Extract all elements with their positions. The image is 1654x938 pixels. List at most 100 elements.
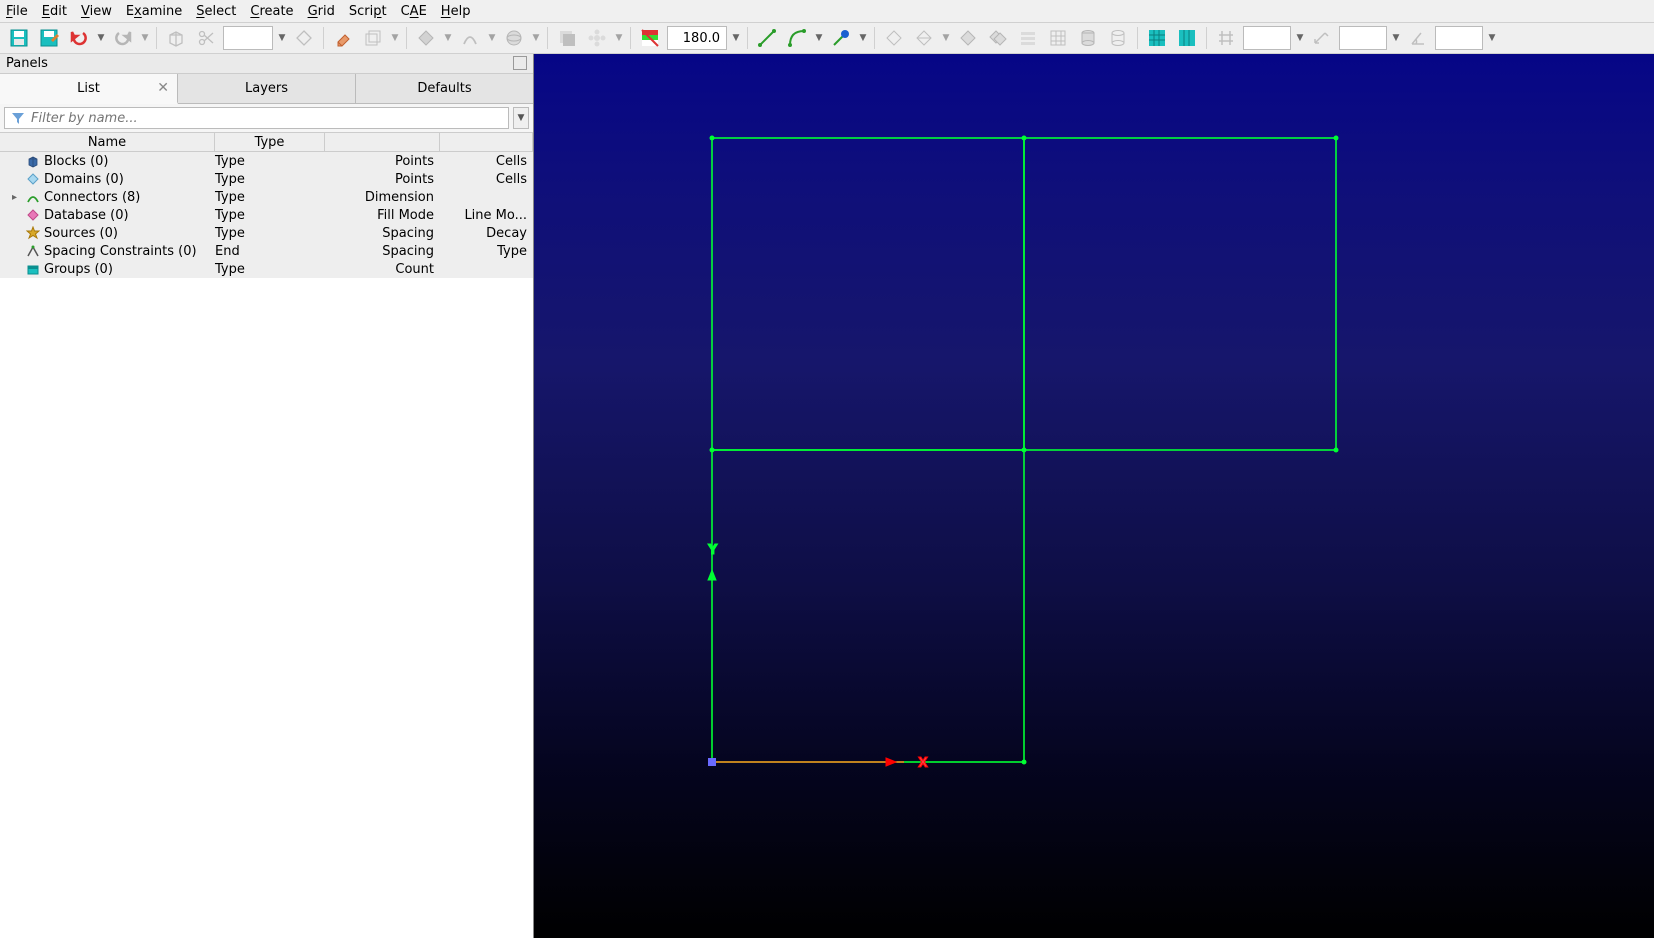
filter-dropdown[interactable]: ▼ — [513, 107, 529, 129]
menu-select[interactable]: Select — [196, 4, 236, 19]
entity-icon — [26, 154, 40, 168]
menu-create[interactable]: Create — [250, 4, 293, 19]
entity-icon — [26, 244, 40, 258]
entity-icon — [26, 172, 40, 186]
cylinder-icon[interactable] — [1075, 25, 1101, 51]
entity-col2: Type — [215, 226, 325, 241]
col-3[interactable] — [325, 133, 440, 151]
angle-meas-icon[interactable] — [1405, 25, 1431, 51]
curve-green-icon[interactable] — [784, 25, 810, 51]
filter-input-wrap — [4, 107, 509, 129]
expander-icon[interactable]: ▸ — [12, 192, 22, 203]
cube-icon[interactable] — [163, 25, 189, 51]
grid-teal-icon[interactable] — [1144, 25, 1170, 51]
diamond-wire1-icon[interactable] — [881, 25, 907, 51]
tab-list-label: List — [77, 81, 100, 96]
rect-shadow-icon[interactable] — [554, 25, 580, 51]
tab-layers-label: Layers — [245, 81, 288, 96]
undo-dropdown[interactable]: ▼ — [96, 25, 106, 51]
menu-script[interactable]: Script — [349, 4, 387, 19]
menu-file[interactable]: File — [6, 4, 28, 19]
curve-dd[interactable]: ▼ — [487, 25, 497, 51]
panels-sidebar: Panels List ✕ Layers Defaults ▼ Name Ty — [0, 54, 534, 938]
selector-combo[interactable] — [223, 26, 273, 50]
menu-cae[interactable]: CAE — [401, 4, 427, 19]
panel-tabs: List ✕ Layers Defaults — [0, 74, 533, 104]
tree-row[interactable]: Domains (0)TypePointsCells — [0, 170, 533, 188]
entity-col3: Spacing — [325, 244, 440, 259]
tree-row[interactable]: Sources (0)TypeSpacingDecay — [0, 224, 533, 242]
cylinder2-icon[interactable] — [1105, 25, 1131, 51]
sphere-icon[interactable] — [501, 25, 527, 51]
scissors-icon[interactable] — [193, 25, 219, 51]
dimension-icon[interactable] — [1309, 25, 1335, 51]
dock-icon[interactable] — [515, 58, 527, 70]
tree-row[interactable]: Groups (0)TypeCount — [0, 260, 533, 278]
filter-input[interactable] — [31, 111, 502, 126]
grid-mesh-icon[interactable] — [1045, 25, 1071, 51]
dim-combo[interactable] — [1339, 26, 1387, 50]
box-wire-icon[interactable] — [360, 25, 386, 51]
diamond-wire2-icon[interactable] — [911, 25, 937, 51]
viewport-3d[interactable]: Y X — [534, 54, 1654, 938]
eraser-icon[interactable] — [330, 25, 356, 51]
entity-name: Domains (0) — [44, 172, 124, 187]
diamond-dd[interactable]: ▼ — [443, 25, 453, 51]
redo-icon[interactable] — [110, 25, 136, 51]
flower-icon[interactable] — [584, 25, 610, 51]
menu-examine[interactable]: Examine — [126, 4, 182, 19]
tree-row[interactable]: Database (0)TypeFill ModeLine Mo... — [0, 206, 533, 224]
dim-combo-dd[interactable]: ▼ — [1391, 25, 1401, 51]
entity-col4: Line Mo... — [440, 208, 533, 223]
tree-row[interactable]: Blocks (0)TypePointsCells — [0, 152, 533, 170]
flower-dd[interactable]: ▼ — [614, 25, 624, 51]
entity-icon — [26, 226, 40, 240]
grid-teal2-icon[interactable] — [1174, 25, 1200, 51]
menu-edit[interactable]: Edit — [42, 4, 67, 19]
redo-dropdown[interactable]: ▼ — [140, 25, 150, 51]
undo-icon[interactable] — [66, 25, 92, 51]
save-icon[interactable] — [6, 25, 32, 51]
node-blue-dd[interactable]: ▼ — [858, 25, 868, 51]
tree-body: Blocks (0)TypePointsCellsDomains (0)Type… — [0, 152, 533, 938]
col-type[interactable]: Type — [215, 133, 325, 151]
col-name[interactable]: Name — [0, 133, 215, 151]
diamond-dual-icon[interactable] — [985, 25, 1011, 51]
angle-combo[interactable] — [1435, 26, 1483, 50]
entity-col4: Cells — [440, 172, 533, 187]
node-blue-icon[interactable] — [828, 25, 854, 51]
diamond-wire2-dd[interactable]: ▼ — [941, 25, 951, 51]
tree-row[interactable]: ▸Connectors (8)TypeDimension — [0, 188, 533, 206]
entity-col2: Type — [215, 154, 325, 169]
menu-grid[interactable]: Grid — [308, 4, 335, 19]
diamond-icon[interactable] — [413, 25, 439, 51]
tab-layers[interactable]: Layers — [178, 74, 356, 103]
sphere-dd[interactable]: ▼ — [531, 25, 541, 51]
hash-combo-dd[interactable]: ▼ — [1295, 25, 1305, 51]
toolbar: ▼ ▼ ▼ ▼ ▼ ▼ ▼ ▼ 180.0 ▼ ▼ ▼ ▼ ▼ ▼ ▼ — [0, 22, 1654, 54]
tab-defaults[interactable]: Defaults — [356, 74, 533, 103]
col-4[interactable] — [440, 133, 533, 151]
entity-icon — [26, 190, 40, 204]
color-map-icon[interactable] — [637, 25, 663, 51]
menu-help[interactable]: Help — [441, 4, 471, 19]
tab-list[interactable]: List ✕ — [0, 74, 178, 104]
box-wire-dd[interactable]: ▼ — [390, 25, 400, 51]
menu-view[interactable]: View — [81, 4, 112, 19]
diamond-3d-icon[interactable] — [291, 25, 317, 51]
angle-combo-dd[interactable]: ▼ — [1487, 25, 1497, 51]
hash-combo[interactable] — [1243, 26, 1291, 50]
save-as-icon[interactable] — [36, 25, 62, 51]
entity-col4: Cells — [440, 154, 533, 169]
curve-green-dd[interactable]: ▼ — [814, 25, 824, 51]
diamond-solid-icon[interactable] — [955, 25, 981, 51]
line-green-icon[interactable] — [754, 25, 780, 51]
angle-dd[interactable]: ▼ — [731, 25, 741, 51]
selector-combo-dd[interactable]: ▼ — [277, 25, 287, 51]
close-icon[interactable]: ✕ — [157, 80, 169, 96]
curve-icon[interactable] — [457, 25, 483, 51]
stack1-icon[interactable] — [1015, 25, 1041, 51]
hash-icon[interactable] — [1213, 25, 1239, 51]
tree-row[interactable]: Spacing Constraints (0)EndSpacingType — [0, 242, 533, 260]
angle-input[interactable]: 180.0 — [667, 26, 727, 50]
